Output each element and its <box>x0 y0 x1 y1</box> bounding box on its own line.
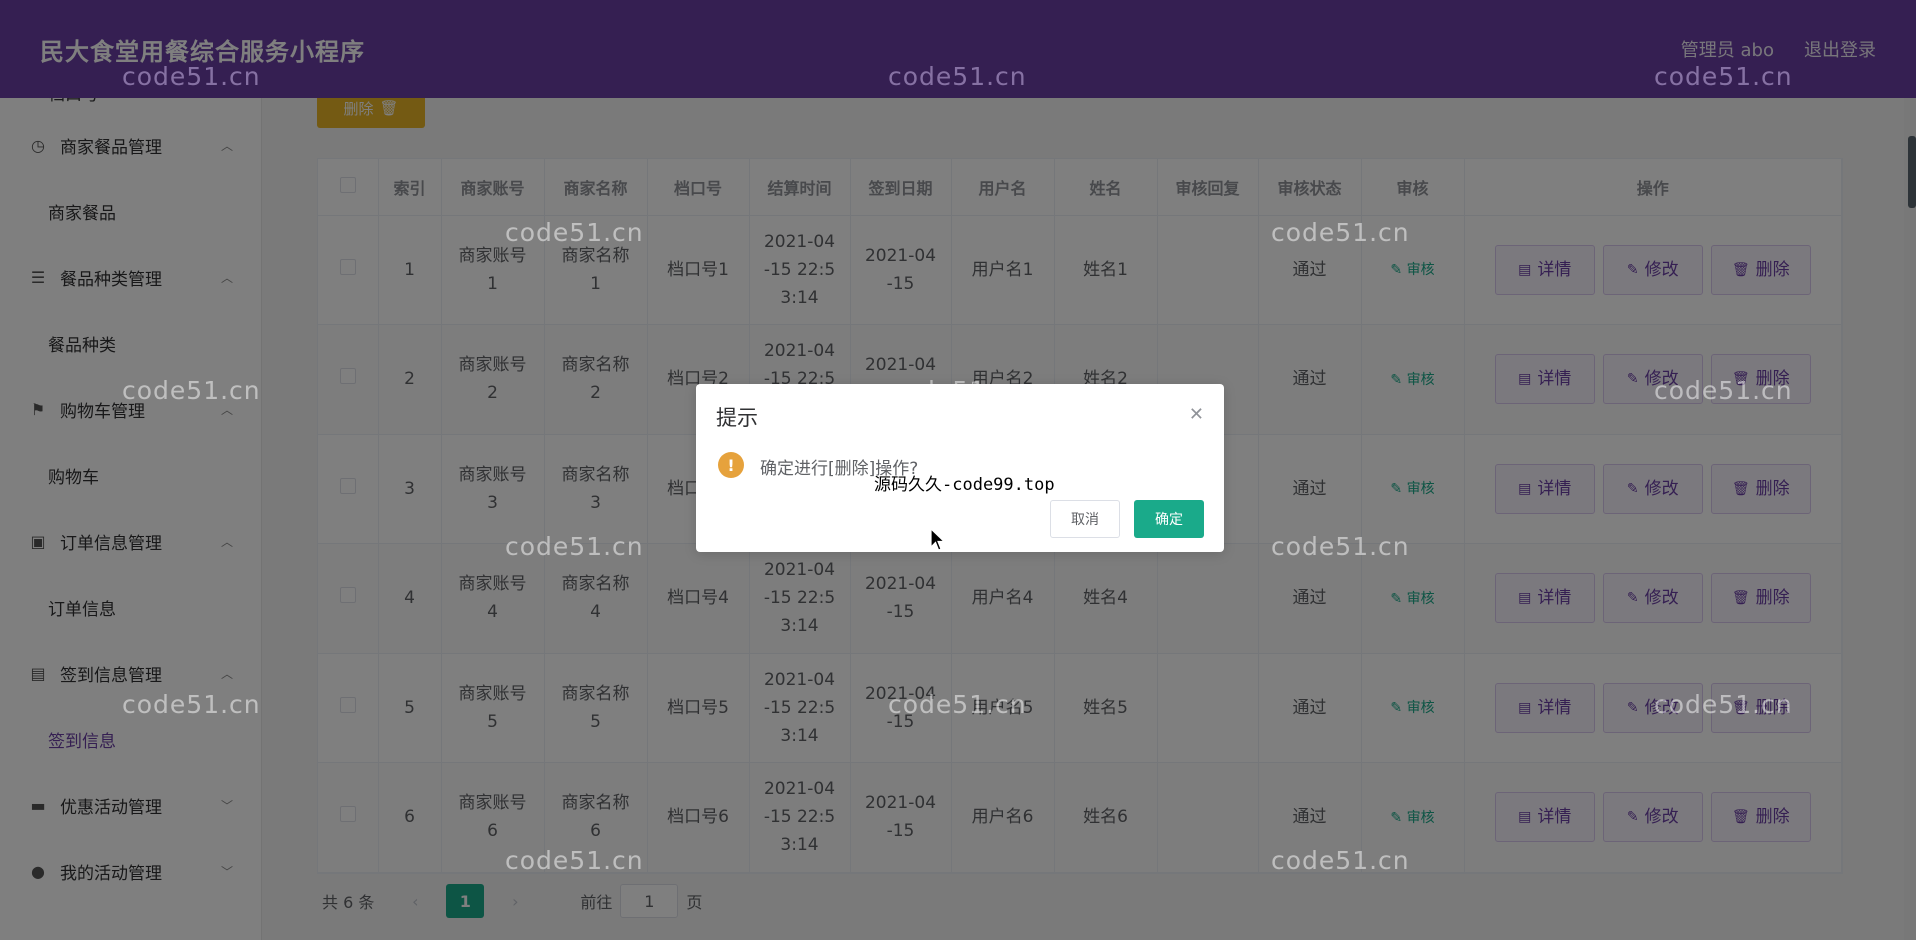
watermark: code51.cn <box>1654 690 1793 719</box>
watermark: code51.cn <box>1654 62 1793 91</box>
watermark: code51.cn <box>1271 846 1410 875</box>
watermark: code51.cn <box>888 690 1027 719</box>
close-icon[interactable]: ✕ <box>1189 404 1204 425</box>
watermark: code51.cn <box>122 62 261 91</box>
watermark: code51.cn <box>505 218 644 247</box>
overlay-caption: 源码久久-code99.top <box>874 475 1055 495</box>
watermark: code51.cn <box>505 846 644 875</box>
cancel-button[interactable]: 取消 <box>1050 500 1120 538</box>
confirm-button[interactable]: 确定 <box>1134 500 1204 538</box>
confirm-dialog: 提示 ✕ ! 确定进行[删除]操作? 源码久久-code99.top 取消 确定 <box>696 384 1224 552</box>
watermark: code51.cn <box>122 376 261 405</box>
watermark: code51.cn <box>122 690 261 719</box>
watermark: code51.cn <box>1271 532 1410 561</box>
watermark: code51.cn <box>1654 376 1793 405</box>
dialog-title: 提示 <box>716 406 758 430</box>
warning-icon: ! <box>718 452 744 478</box>
watermark: code51.cn <box>888 62 1027 91</box>
watermark: code51.cn <box>505 532 644 561</box>
mouse-cursor-icon <box>930 528 946 551</box>
watermark: code51.cn <box>1271 218 1410 247</box>
